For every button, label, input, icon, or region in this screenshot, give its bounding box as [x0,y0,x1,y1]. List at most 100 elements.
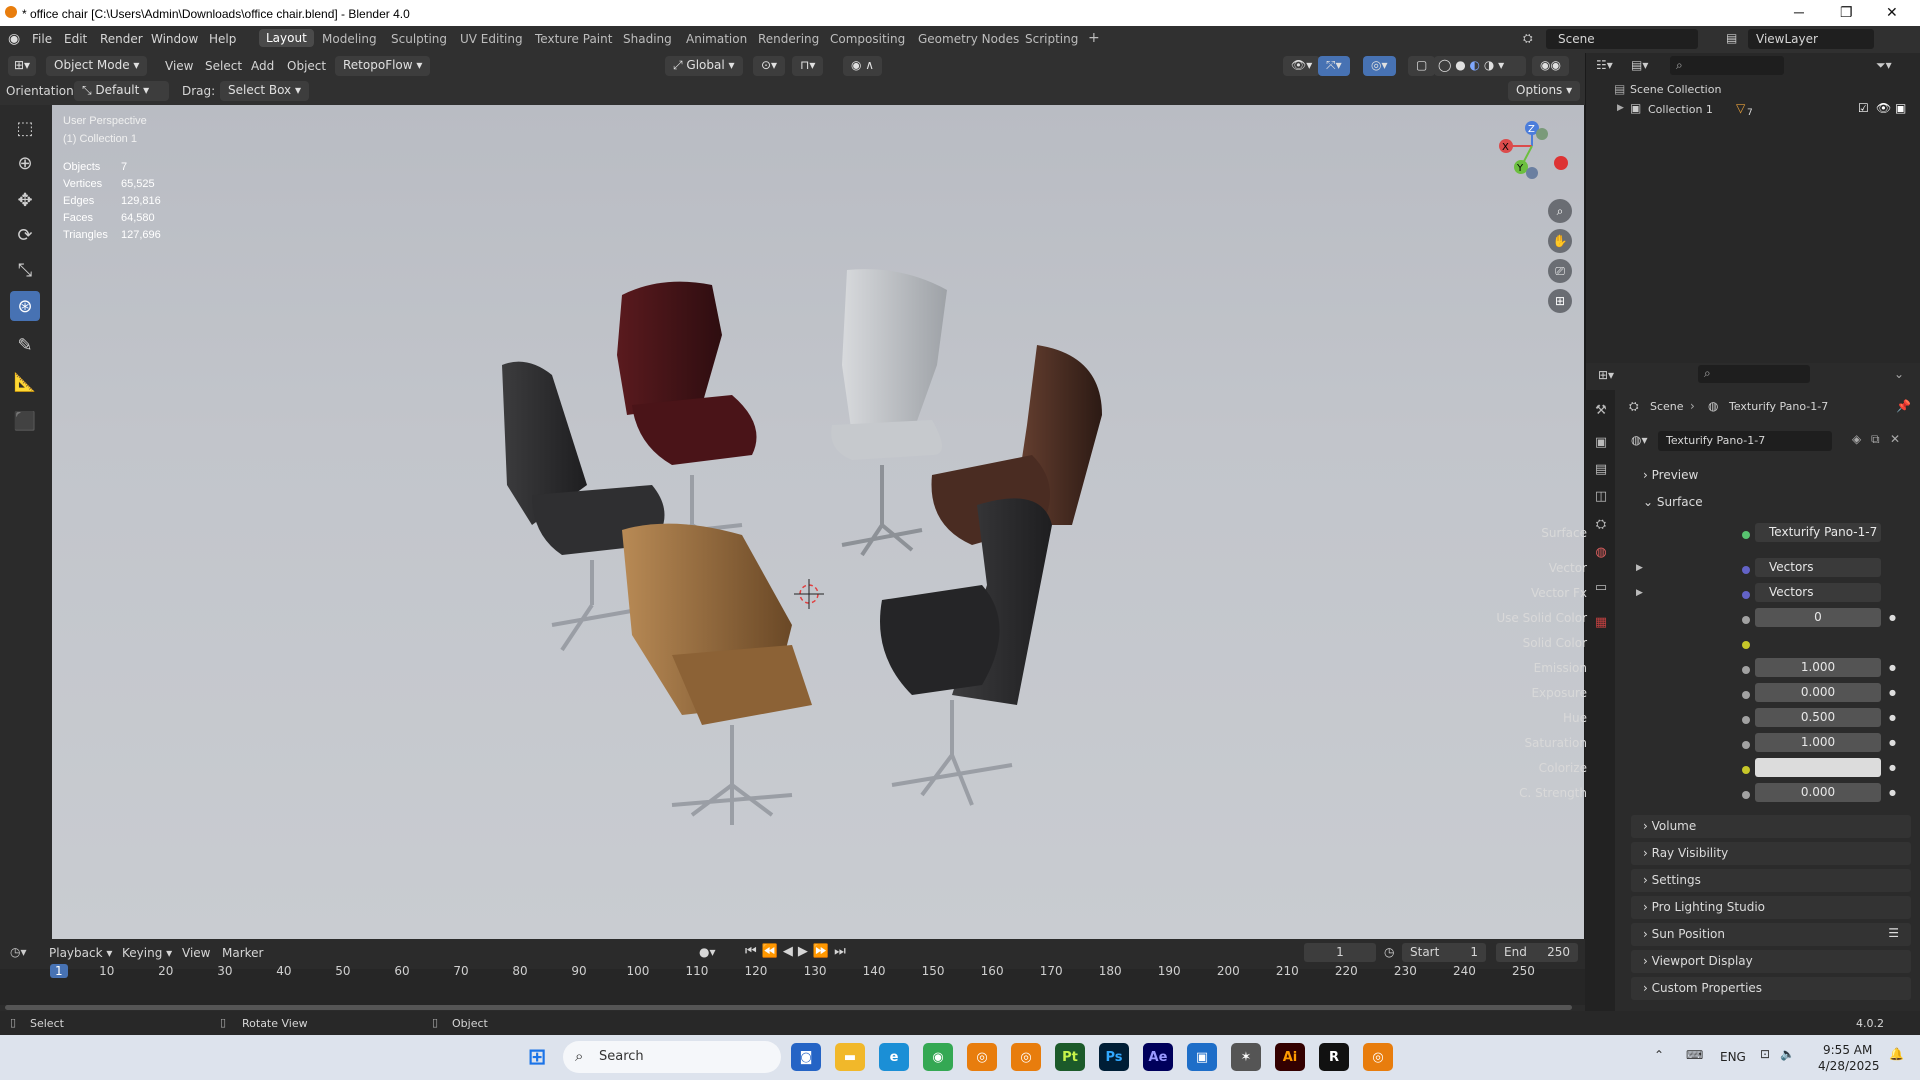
marker-menu[interactable]: Marker [222,946,263,960]
scale-tool-icon[interactable]: ⤡ [10,255,40,285]
vector-fx-input-field[interactable]: Vectors [1755,583,1881,602]
scene-selector[interactable]: Scene [1546,29,1698,49]
tab-geometry-nodes[interactable]: Geometry Nodes [918,32,1019,46]
volume-icon[interactable]: 🔈 [1780,1047,1795,1061]
move-tool-icon[interactable]: ✥ [10,185,40,215]
transform-orientation-dropdown[interactable]: ⤢ Global ▾ [665,56,743,76]
file-explorer-icon[interactable]: ▬ [835,1043,865,1071]
clock-time[interactable]: 9:55 AM [1823,1043,1872,1057]
record-icon[interactable]: ●▾ [699,945,716,959]
use-solid-color-field[interactable]: 0 [1755,608,1881,627]
blender-icon[interactable]: ◎ [1011,1043,1041,1071]
substance-painter-icon[interactable]: Pt [1055,1043,1085,1071]
keying-menu[interactable]: Keying ▾ [122,946,172,960]
tab-shading[interactable]: Shading [623,32,672,46]
menu-window[interactable]: Window [151,32,198,46]
navigation-gizmo[interactable]: Z X Y [1499,121,1568,179]
after-effects-icon[interactable]: Ae [1143,1043,1173,1071]
viewlayer-selector[interactable]: ViewLayer [1748,29,1874,49]
world-name-field[interactable]: Texturify Pano-1-7 [1658,431,1832,451]
camera-icon[interactable]: ⎚ [1548,259,1572,283]
outliner-search-input[interactable]: ⌕ [1670,56,1784,75]
chevron-down-icon[interactable]: ⌄ [1894,367,1904,381]
expand-icon[interactable]: ▶ [1636,588,1643,598]
menu-help[interactable]: Help [209,32,236,46]
add-workspace-icon[interactable]: + [1088,30,1100,46]
blender-menu-icon[interactable]: ◉ [8,31,20,47]
section-sun-position[interactable]: › Sun Position ☰ [1631,923,1911,946]
select-box-tool-icon[interactable]: ⬚ [10,113,40,143]
editor-type-icon[interactable]: ⊞▾ [8,56,37,76]
properties-search-input[interactable]: ⌕ [1698,365,1810,383]
rotate-tool-icon[interactable]: ⟳ [10,220,40,250]
tab-compositing[interactable]: Compositing [830,32,905,46]
current-frame-field[interactable]: 1 [1304,943,1376,962]
emission-field[interactable]: 1.000 [1755,658,1881,677]
zoom-icon[interactable]: ⌕ [1548,199,1572,223]
retopoflow-dropdown[interactable]: RetopoFlow ▾ [335,56,431,76]
app-icon[interactable]: ◙ [791,1043,821,1071]
annotate-tool-icon[interactable]: ✎ [10,330,40,360]
vector-input-field[interactable]: Vectors [1755,558,1881,577]
mode-dropdown[interactable]: Object Mode ▾ [46,56,148,76]
section-pro-lighting-studio[interactable]: › Pro Lighting Studio [1631,896,1911,919]
menu-object[interactable]: Object [287,59,326,73]
add-cube-tool-icon[interactable]: ⬛ [10,406,40,436]
scene-collection-label[interactable]: Scene Collection [1630,83,1721,96]
store-icon[interactable]: ▣ [1187,1043,1217,1071]
keyframe-dot-icon[interactable]: ● [1889,738,1896,747]
pin-icon[interactable]: 📌 [1896,399,1911,413]
chair-tan[interactable] [622,523,812,825]
notification-bell-icon[interactable]: 🔔 [1889,1047,1904,1061]
playback-controls-icon[interactable]: ⏮⏪◀▶⏩⏭ [745,944,851,959]
timeline-scrollbar[interactable] [5,1005,1572,1010]
collection-tab-icon[interactable]: ▭ [1593,580,1609,596]
output-tab-icon[interactable]: ▤ [1593,462,1609,478]
chairs-scene[interactable]: Z X Y [52,105,1584,939]
duplicate-icon[interactable]: ⧉ [1871,432,1880,447]
menu-view[interactable]: View [165,59,193,73]
render-tab-icon[interactable]: ▣ [1593,435,1609,451]
windows-start-icon[interactable]: ⊞ [522,1043,552,1071]
c-strength-field[interactable]: 0.000 [1755,783,1881,802]
section-surface[interactable]: ⌄ Surface [1631,491,1911,514]
exclude-checkbox-icon[interactable]: ☑ [1858,101,1869,115]
saturation-field[interactable]: 1.000 [1755,733,1881,752]
chrome-icon[interactable]: ◉ [923,1043,953,1071]
tab-texture-paint[interactable]: Texture Paint [535,32,612,46]
breadcrumb-scene[interactable]: Scene [1650,400,1684,413]
timeline-view-menu[interactable]: View [182,946,210,960]
properties-editor-icon[interactable]: ⊞▾ [1598,368,1614,382]
illustrator-icon[interactable]: Ai [1275,1043,1305,1071]
measure-tool-icon[interactable]: 📐 [10,367,40,397]
blender-active-icon[interactable]: ◎ [1363,1043,1393,1071]
menu-select[interactable]: Select [205,59,242,73]
tab-scripting[interactable]: Scripting [1025,32,1078,46]
pivot-icon[interactable]: ⊙▾ [753,56,786,76]
colorize-color-swatch[interactable] [1755,758,1881,777]
3d-viewport[interactable]: User Perspective (1) Collection 1 Object… [52,105,1584,939]
minimize-icon[interactable]: ─ [1794,4,1804,20]
clock-date[interactable]: 4/28/2025 [1818,1059,1880,1073]
view-layer-tab-icon[interactable]: ◫ [1593,489,1609,505]
rizom-icon[interactable]: R [1319,1043,1349,1071]
language-indicator[interactable]: ENG [1720,1050,1746,1064]
expand-icon[interactable]: ▶ [1636,563,1643,573]
pan-hand-icon[interactable]: ✋ [1548,229,1572,253]
section-settings[interactable]: › Settings [1631,869,1911,892]
breadcrumb-world[interactable]: Texturify Pano-1-7 [1729,400,1828,413]
world-tab-icon[interactable]: ◍ [1593,545,1609,561]
keyboard-icon[interactable]: ⌨ [1686,1048,1703,1062]
section-viewport-display[interactable]: › Viewport Display [1631,950,1911,973]
expand-icon[interactable]: ▶ [1617,103,1624,113]
blender-icon[interactable]: ◎ [967,1043,997,1071]
shading-modes[interactable]: ◯ ● ◐ ◑ ▾ [1434,56,1526,76]
snap-icon[interactable]: ⊓▾ [792,56,824,76]
chevron-up-icon[interactable]: ⌃ [1654,1048,1664,1062]
playback-menu[interactable]: Playback ▾ [49,946,112,960]
tab-modeling[interactable]: Modeling [322,32,377,46]
keyframe-dot-icon[interactable]: ● [1889,763,1896,772]
keyframe-dot-icon[interactable]: ● [1889,788,1896,797]
section-custom-properties[interactable]: › Custom Properties [1631,977,1911,1000]
tab-animation[interactable]: Animation [686,32,747,46]
